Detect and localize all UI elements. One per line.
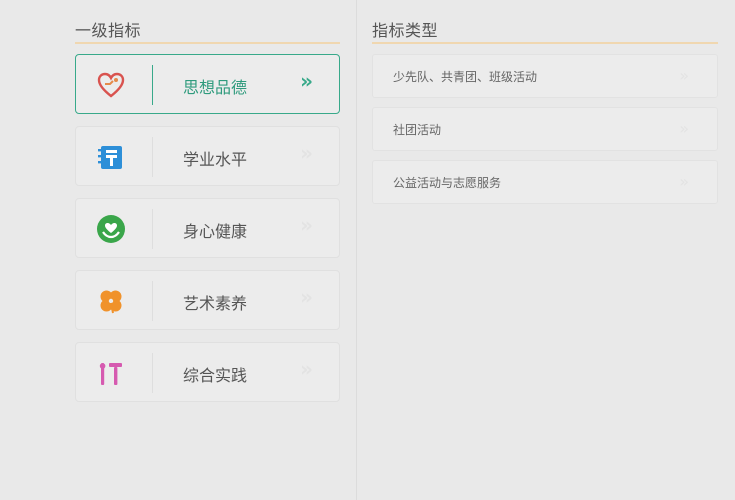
- type-label: 公益活动与志愿服务: [393, 176, 502, 190]
- double-chevron-right-icon: »: [679, 172, 689, 191]
- category-separator: [152, 65, 153, 105]
- type-item-public-welfare[interactable]: 公益活动与志愿服务 »: [372, 160, 718, 204]
- study-book-icon: [94, 140, 128, 174]
- tools-icon: [94, 356, 128, 390]
- category-item-moral[interactable]: 思想品德 »: [75, 54, 340, 114]
- double-chevron-right-icon: »: [300, 141, 313, 165]
- health-heart-icon: [94, 212, 128, 246]
- heart-hand-icon: [94, 68, 128, 102]
- type-item-youth-activities[interactable]: 少先队、共青团、班级活动 »: [372, 54, 718, 98]
- double-chevron-right-icon: »: [679, 66, 689, 85]
- indicator-type-title: 指标类型: [372, 21, 439, 40]
- category-item-health[interactable]: 身心健康 »: [75, 198, 340, 258]
- category-separator: [152, 137, 153, 177]
- category-item-academic[interactable]: 学业水平 »: [75, 126, 340, 186]
- category-separator: [152, 209, 153, 249]
- double-chevron-right-icon: »: [300, 357, 313, 381]
- category-label: 身心健康: [183, 222, 248, 241]
- double-chevron-right-icon: »: [679, 119, 689, 138]
- double-chevron-right-icon: »: [300, 213, 313, 237]
- category-separator: [152, 281, 153, 321]
- category-label: 艺术素养: [183, 294, 248, 313]
- type-label: 少先队、共青团、班级活动: [393, 70, 538, 84]
- category-separator: [152, 353, 153, 393]
- category-label: 综合实践: [183, 366, 248, 385]
- category-item-practice[interactable]: 综合实践 »: [75, 342, 340, 402]
- type-item-club-activities[interactable]: 社团活动 »: [372, 107, 718, 151]
- category-label: 思想品德: [183, 78, 248, 97]
- primary-indicator-title: 一级指标: [75, 21, 142, 40]
- indicator-type-underline: [372, 42, 718, 44]
- category-item-arts[interactable]: 艺术素养 »: [75, 270, 340, 330]
- type-label: 社团活动: [393, 123, 442, 137]
- primary-indicator-underline: [75, 42, 340, 44]
- column-divider: [356, 0, 357, 500]
- double-chevron-right-icon: »: [300, 69, 313, 93]
- double-chevron-right-icon: »: [300, 285, 313, 309]
- flower-icon: [94, 284, 128, 318]
- category-label: 学业水平: [183, 150, 248, 169]
